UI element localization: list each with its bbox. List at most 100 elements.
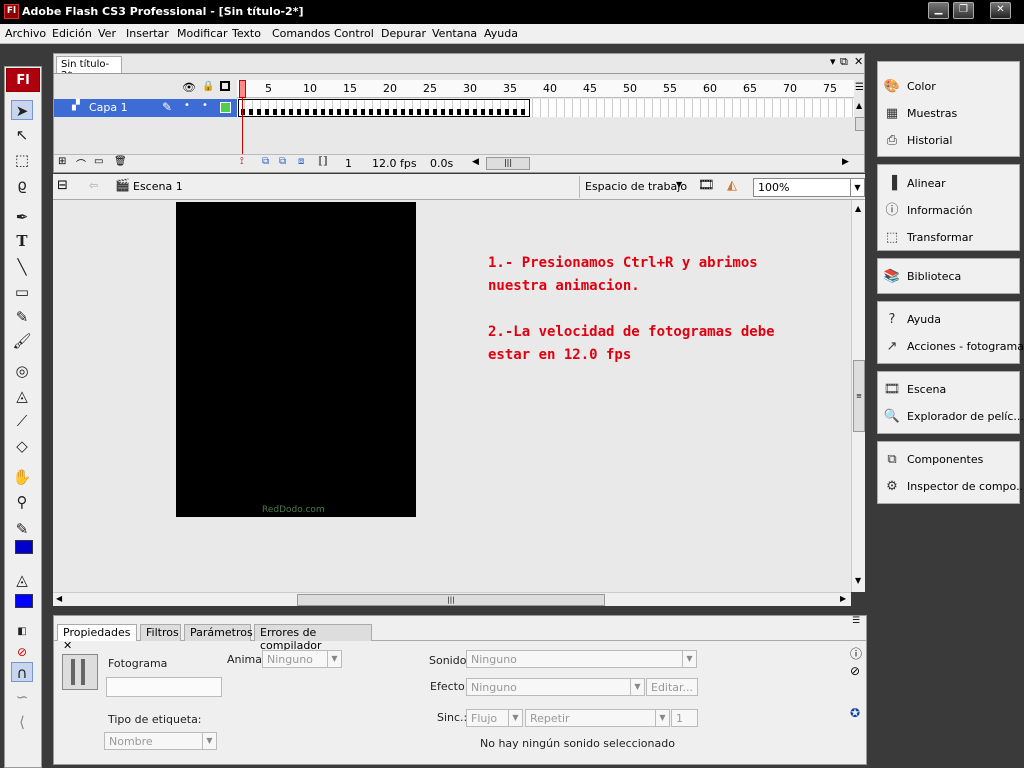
- onion-skin-icon[interactable]: ⧉: [262, 156, 269, 167]
- stroke-color-swatch[interactable]: [15, 540, 33, 554]
- sound-select[interactable]: Ninguno ▼: [466, 650, 697, 668]
- panel-color[interactable]: 🎨 Color: [881, 76, 1019, 98]
- frame-ruler[interactable]: 1 5 10 15 20 25 30 35 40 45 50 55 60 65 …: [237, 80, 854, 98]
- close-button[interactable]: ✕: [990, 2, 1011, 19]
- edit-multiple-icon[interactable]: ⧈: [298, 156, 304, 167]
- playhead[interactable]: [239, 80, 246, 98]
- subselection-tool-icon[interactable]: ↖: [11, 125, 33, 145]
- frame-name-input[interactable]: [106, 677, 222, 697]
- zoom-dropdown-icon[interactable]: ▼: [850, 179, 864, 196]
- menu-control[interactable]: Control: [334, 27, 374, 40]
- menu-modificar[interactable]: Modificar: [177, 27, 228, 40]
- document-tab[interactable]: Sin título-2*: [56, 56, 122, 81]
- eye-icon[interactable]: 👁: [182, 81, 196, 94]
- menu-ventana[interactable]: Ventana: [432, 27, 477, 40]
- panel-transformar[interactable]: ⬚ Transformar: [881, 227, 1019, 249]
- stage[interactable]: RedDodo.com: [176, 202, 416, 517]
- stage-vscroll[interactable]: ▲ ≡ ▼: [851, 200, 865, 592]
- menu-archivo[interactable]: Archivo: [5, 27, 46, 40]
- timeline-toggle-icon[interactable]: ⊟: [57, 178, 68, 193]
- straighten-icon[interactable]: ⟨: [11, 712, 33, 732]
- insert-layer-icon[interactable]: ⊞: [58, 156, 66, 167]
- hscroll-thumb[interactable]: |||: [297, 594, 605, 606]
- snap-to-objects-icon[interactable]: ∩: [11, 662, 33, 682]
- help-circle-icon[interactable]: ⓘ: [850, 645, 862, 662]
- frame-grid[interactable]: 1 5 10 15 20 25 30 35 40 45 50 55 60 65 …: [237, 74, 854, 156]
- panel-historial[interactable]: ⎙ Historial: [881, 130, 1019, 152]
- outline-icon[interactable]: [220, 81, 230, 91]
- insert-folder-icon[interactable]: ▭: [94, 156, 103, 167]
- zoom-value[interactable]: 100%: [758, 181, 789, 194]
- panel-escena[interactable]: 🎞 Escena: [881, 379, 1019, 401]
- timeline-hscroll-thumb[interactable]: |||: [486, 157, 530, 170]
- edit-scene-icon[interactable]: 🎞: [698, 178, 715, 193]
- unlocked-dot-icon[interactable]: •: [202, 100, 208, 111]
- menu-edicion[interactable]: Edición: [52, 27, 92, 40]
- paint-bucket-tool-icon[interactable]: ◬: [11, 386, 33, 406]
- menu-comandos[interactable]: Comandos: [272, 27, 330, 40]
- keyframe-sequence[interactable]: [238, 99, 530, 117]
- zoom-combo[interactable]: 100% ▼: [753, 178, 865, 197]
- collapse-icon[interactable]: ▾: [830, 55, 836, 68]
- no-color-icon[interactable]: ⊘: [11, 642, 33, 662]
- workspace-menu[interactable]: Espacio de trabajo: [585, 180, 687, 193]
- menu-texto[interactable]: Texto: [232, 27, 261, 40]
- restore-button[interactable]: ❐: [953, 2, 974, 19]
- panel-alinear[interactable]: ▐ Alinear: [881, 173, 1019, 195]
- selection-tool-icon[interactable]: ➤: [11, 100, 33, 120]
- effect-select[interactable]: Ninguno ▼: [466, 678, 645, 696]
- stage-hscroll[interactable]: ◀ ||| ▶: [53, 592, 851, 606]
- zoom-tool-icon[interactable]: ⚲: [11, 492, 33, 512]
- label-type-select[interactable]: Nombre ▼: [104, 732, 217, 750]
- rectangle-tool-icon[interactable]: ▭: [11, 282, 33, 302]
- lock-icon[interactable]: 🔒: [202, 81, 214, 92]
- panel-biblioteca[interactable]: 📚 Biblioteca: [881, 266, 1019, 288]
- sync-select[interactable]: Flujo ▼: [466, 709, 523, 727]
- timeline-vscroll[interactable]: ▲: [855, 99, 865, 154]
- tab-parametros[interactable]: Parámetros: [184, 624, 253, 641]
- edit-button[interactable]: Editar...: [646, 678, 698, 696]
- panel-muestras[interactable]: ▦ Muestras: [881, 103, 1019, 125]
- menu-ayuda[interactable]: Ayuda: [484, 27, 518, 40]
- delete-layer-icon[interactable]: 🗑: [114, 156, 127, 167]
- menu-insertar[interactable]: Insertar: [126, 27, 169, 40]
- tab-propiedades[interactable]: Propiedades ✕: [57, 624, 137, 652]
- layer-name[interactable]: Capa 1: [89, 101, 128, 114]
- code-hint-icon[interactable]: ⊘: [850, 664, 860, 678]
- frame-rate[interactable]: 12.0 fps: [372, 157, 417, 170]
- panel-informacion[interactable]: ⓘ Información: [881, 200, 1019, 222]
- pencil-tool-icon[interactable]: ✎: [11, 307, 33, 327]
- eyedropper-tool-icon[interactable]: ⟋: [11, 411, 33, 431]
- tab-filtros[interactable]: Filtros: [140, 624, 181, 641]
- tab-errores[interactable]: Errores de compilador: [254, 624, 372, 652]
- scene-name[interactable]: Escena 1: [133, 180, 183, 193]
- visible-dot-icon[interactable]: •: [184, 100, 190, 111]
- accessibility-icon[interactable]: ✪: [850, 706, 860, 720]
- restore-doc-icon[interactable]: ⧉: [840, 55, 848, 69]
- vscroll-thumb[interactable]: ≡: [853, 360, 865, 432]
- panel-inspector[interactable]: ⚙ Inspector de compo...: [881, 476, 1024, 498]
- line-tool-icon[interactable]: ╲: [11, 257, 33, 277]
- brush-tool-icon[interactable]: 🖌: [11, 331, 33, 351]
- minimize-button[interactable]: ▁: [928, 2, 949, 19]
- motion-guide-icon[interactable]: ⌒: [76, 156, 86, 171]
- edit-symbols-icon[interactable]: ◭: [727, 178, 737, 193]
- scroll-right-icon[interactable]: ▶: [842, 157, 849, 167]
- pen-tool-icon[interactable]: ✒: [11, 207, 33, 227]
- lasso-tool-icon[interactable]: ϱ: [11, 175, 33, 195]
- panel-explorador[interactable]: 🔍 Explorador de pelíc...: [881, 406, 1024, 428]
- menu-depurar[interactable]: Depurar: [381, 27, 426, 40]
- menu-ver[interactable]: Ver: [98, 27, 116, 40]
- back-arrow-icon[interactable]: ⇦: [89, 179, 98, 192]
- repeat-select[interactable]: Repetir ▼: [525, 709, 670, 727]
- default-colors-icon[interactable]: ◧: [11, 622, 33, 642]
- layer-frames[interactable]: [237, 99, 854, 117]
- panel-ayuda[interactable]: ? Ayuda: [881, 309, 1019, 331]
- hand-tool-icon[interactable]: ✋: [11, 467, 33, 487]
- onion-outlines-icon[interactable]: ⧉: [279, 156, 286, 167]
- layer-row[interactable]: ▞ Capa 1 ✎ • •: [54, 99, 237, 117]
- panel-componentes[interactable]: ⧉ Componentes: [881, 449, 1019, 471]
- ink-bottle-tool-icon[interactable]: ◎: [11, 361, 33, 381]
- timeline-menu-icon[interactable]: ☰: [855, 82, 864, 93]
- outline-color-swatch[interactable]: [220, 102, 231, 113]
